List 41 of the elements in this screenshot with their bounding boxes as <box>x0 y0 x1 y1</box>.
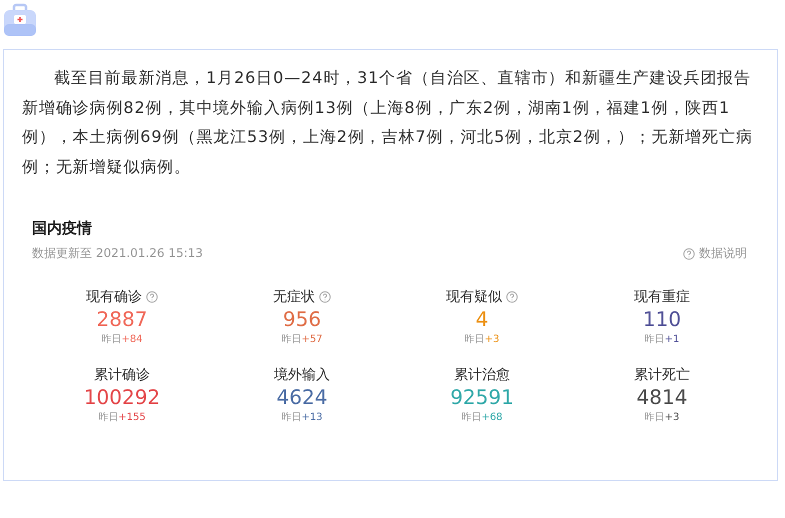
medical-kit-icon <box>2 2 38 38</box>
stat-value: 4814 <box>636 384 688 410</box>
yesterday-label: 昨日 <box>644 412 665 423</box>
stat-value: 100292 <box>84 384 160 410</box>
stat-value: 4624 <box>276 384 328 410</box>
data-note-link[interactable]: 数据说明 <box>683 245 747 262</box>
daily-change: +1 <box>664 334 680 345</box>
stat-label: 无症状 <box>273 288 315 306</box>
daily-change: +84 <box>121 334 143 345</box>
stat-value: 2887 <box>96 306 148 332</box>
yesterday-label: 昨日 <box>98 412 118 423</box>
daily-change: +68 <box>481 412 503 423</box>
daily-change: +3 <box>484 334 500 345</box>
daily-change: +13 <box>301 412 323 423</box>
yesterday-label: 昨日 <box>281 412 302 423</box>
yesterday-label: 昨日 <box>461 412 482 423</box>
yesterday-label: 昨日 <box>101 334 122 345</box>
section-title: 国内疫情 <box>32 219 93 238</box>
stat-value: 92591 <box>450 384 514 410</box>
daily-change: +57 <box>301 334 323 345</box>
stat-label: 累计治愈 <box>454 366 510 384</box>
stat-label: 现有重症 <box>634 288 690 306</box>
yesterday-label: 昨日 <box>644 334 665 345</box>
stat-label: 累计死亡 <box>634 366 690 384</box>
daily-change: +155 <box>118 412 146 423</box>
stat-label: 现有疑似 <box>446 288 502 306</box>
yesterday-label: 昨日 <box>281 334 302 345</box>
help-icon <box>683 248 695 260</box>
yesterday-label: 昨日 <box>464 334 485 345</box>
daily-change: +3 <box>664 412 680 423</box>
news-paragraph: 截至目前最新消息，1月26日0—24时，31个省（自治区、直辖市）和新疆生产建设兵团报告新增确诊病例82例，其中境外输入病例13例（上海8例，广东2例，湖南1例，福建1例，陕西1例），本土病例69例（黑龙江53例，上海2例，吉林7例，河北5例，北京2例，）；无新增死亡病例；无新增疑似病例。 <box>21 67 754 178</box>
stat-value: 110 <box>642 306 682 332</box>
stat-value: 956 <box>282 306 322 332</box>
stat-label: 现有确诊 <box>86 288 142 306</box>
stat-label: 境外输入 <box>274 366 330 384</box>
stat-value: 4 <box>476 306 488 332</box>
help-icon[interactable] <box>146 291 158 303</box>
help-icon[interactable] <box>319 291 331 303</box>
update-time: 数据更新至 2021.01.26 15:13 <box>32 245 203 262</box>
stat-label: 累计确诊 <box>94 366 150 384</box>
help-icon[interactable] <box>506 291 518 303</box>
